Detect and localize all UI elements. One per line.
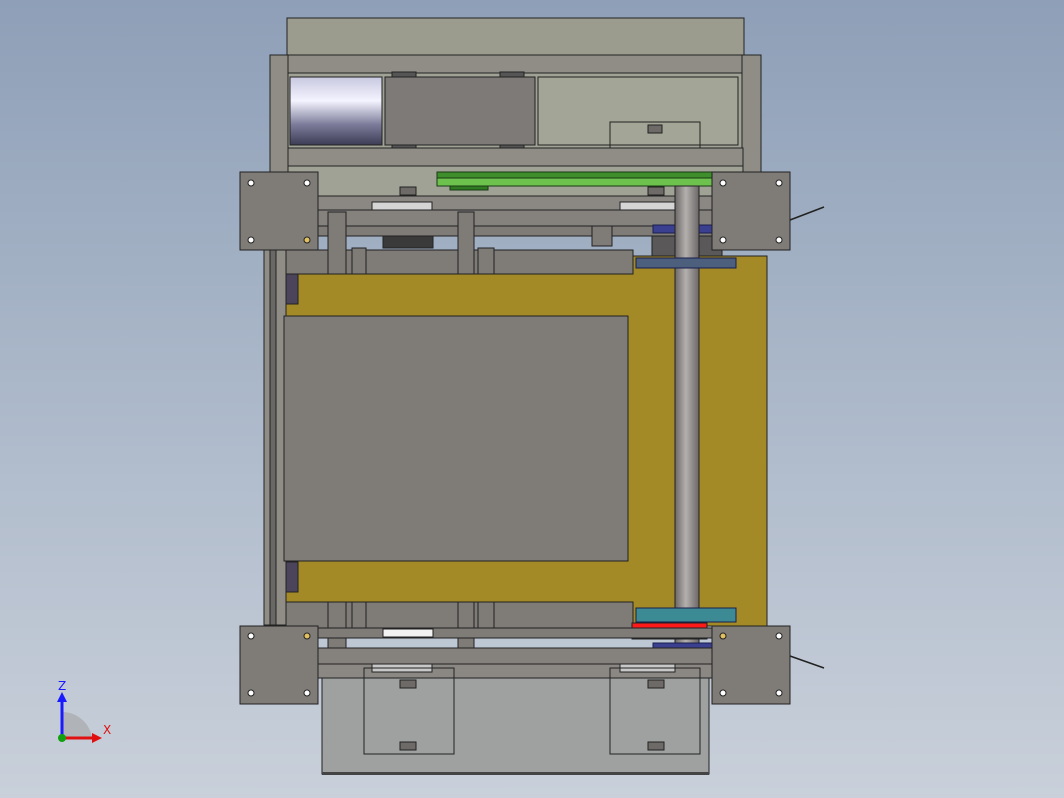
corner-plate-top-left [239, 171, 319, 251]
platform-plate [283, 315, 629, 562]
chain-upper [635, 257, 737, 269]
corner-plate-top-right [711, 171, 825, 251]
y-axis-dot [58, 734, 66, 742]
assembly-drawing[interactable]: Z X [0, 0, 1064, 798]
z-axis-label: Z [58, 679, 66, 693]
cad-viewport[interactable]: Z X [0, 0, 1064, 798]
upper-rails [299, 195, 723, 257]
bottom-housing [321, 667, 710, 775]
corner-plate-bottom-right [711, 625, 825, 705]
corner-plate-bottom-left [239, 625, 319, 705]
chain-lower [635, 607, 737, 623]
triad-arc [62, 711, 92, 738]
x-axis-label: X [103, 723, 111, 737]
drum-roller [289, 76, 383, 146]
lower-rails [299, 627, 721, 679]
axis-triad: Z X [57, 679, 111, 743]
